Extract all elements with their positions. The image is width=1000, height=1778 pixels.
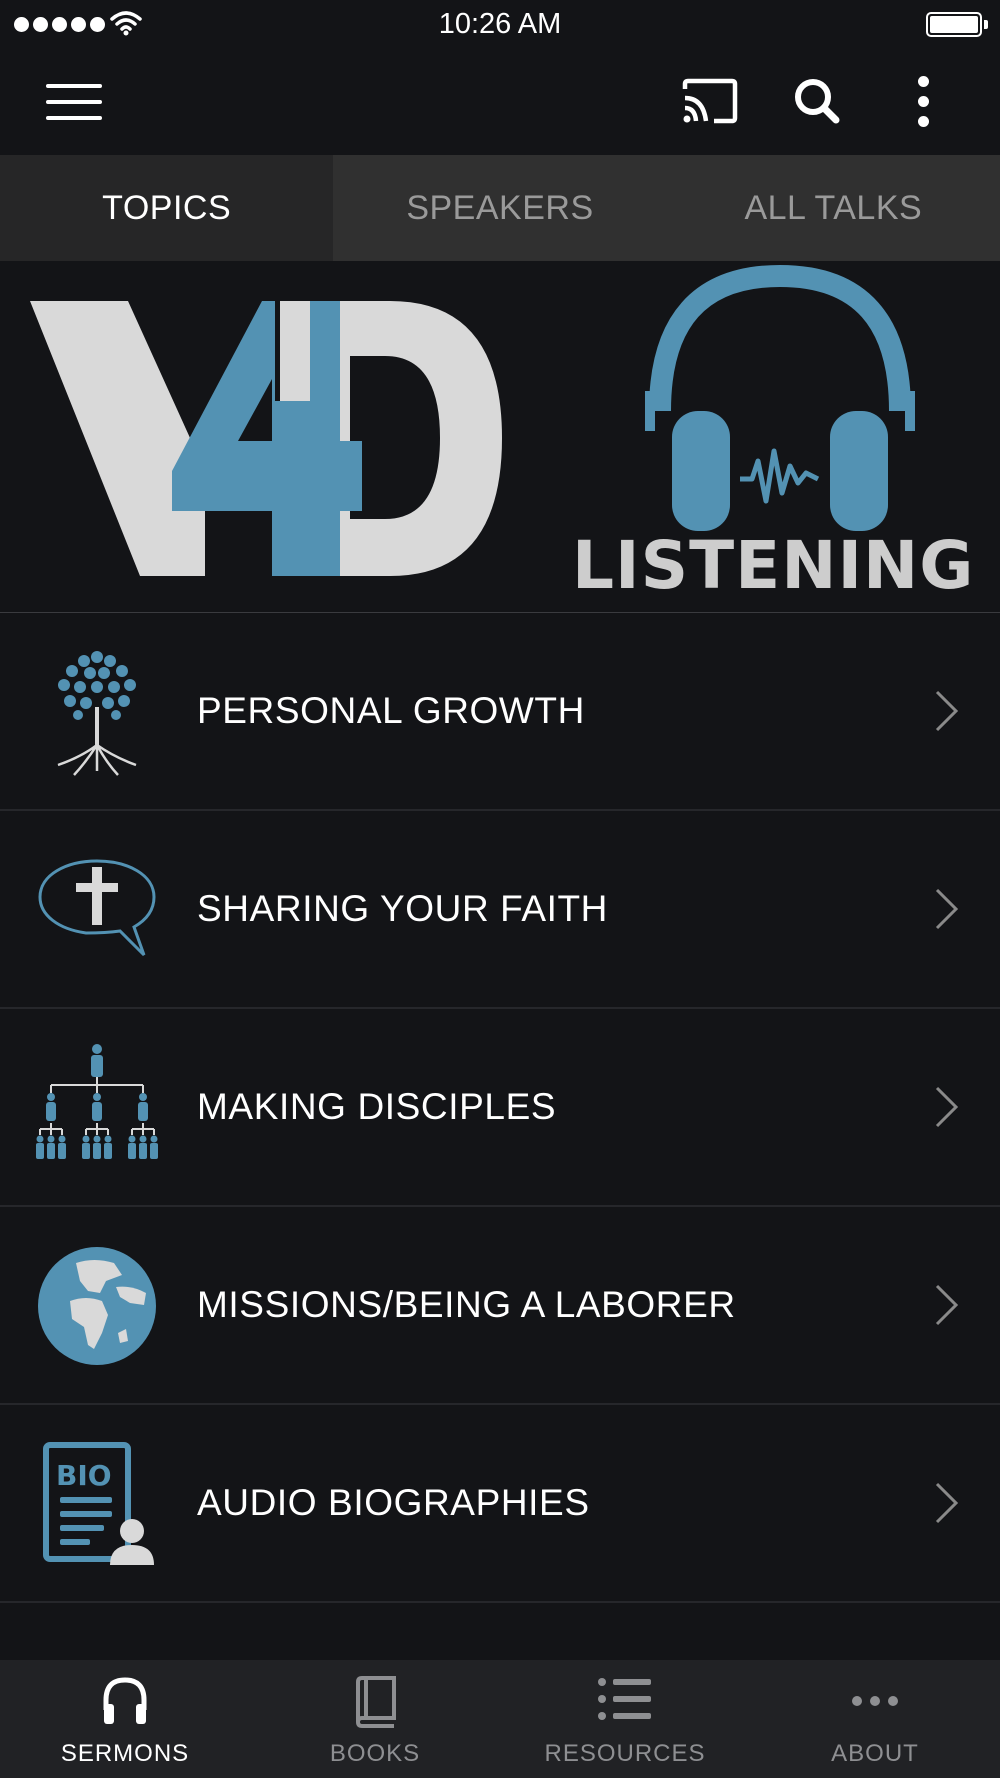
topic-making-disciples[interactable]: MAKING DISCIPLES [0,1009,1000,1207]
nav-books[interactable]: BOOKS [250,1660,500,1778]
topic-audio-biographies[interactable]: BIO AUDIO BIOGRAPHIES [0,1405,1000,1603]
chevron-right-icon [935,1284,959,1326]
speech-bubble-cross-icon [38,859,156,957]
book-icon [355,1676,396,1728]
chevron-right-icon [935,690,959,732]
nav-label: BOOKS [329,1740,421,1767]
status-time: 10:26 AM [438,8,562,40]
topic-personal-growth[interactable]: PERSONAL GROWTH [0,613,1000,811]
topic-label: MAKING DISCIPLES [197,1086,557,1127]
topic-label: AUDIO BIOGRAPHIES [197,1482,590,1523]
headphones-icon [103,1677,147,1724]
tab-all-talks[interactable]: ALL TALKS [667,155,1000,261]
chevron-right-icon [935,1482,959,1524]
nav-sermons[interactable]: SERMONS [0,1660,250,1778]
app-bar [0,50,1000,155]
tree-icon [57,651,137,776]
nav-about[interactable]: ABOUT [750,1660,1000,1778]
tab-topics[interactable]: TOPICS [0,155,334,261]
chevron-right-icon [935,888,959,930]
nav-label: SERMONS [60,1740,190,1767]
svg-text:BIO: BIO [56,1459,112,1492]
headphones-icon [645,264,915,531]
hamburger-menu-icon[interactable] [46,80,102,124]
search-icon[interactable] [792,76,842,126]
topic-sharing-your-faith[interactable]: SHARING YOUR FAITH [0,811,1000,1009]
status-bar: 10:26 AM [0,0,1000,50]
nav-label: ABOUT [831,1740,919,1767]
people-hierarchy-icon [36,1044,158,1159]
tab-speakers[interactable]: SPEAKERS [333,155,666,261]
more-vertical-icon[interactable] [910,74,938,130]
banner-subtitle: LISTENING [572,527,975,604]
battery-icon [926,12,982,37]
list-icon [598,1678,651,1720]
tab-bar: TOPICS SPEAKERS ALL TALKS [0,155,1000,261]
topic-missions[interactable]: MISSIONS/BEING A LABORER [0,1207,1000,1405]
globe-icon [38,1247,156,1365]
topic-label: SHARING YOUR FAITH [197,888,609,929]
bottom-nav: SERMONS BOOKS RESOURCES ABOUT [0,1660,1000,1778]
topic-list: PERSONAL GROWTH SHARING YOUR FAITH MAKIN… [0,613,1000,1603]
chevron-right-icon [935,1086,959,1128]
v4d-listening-banner: LISTENING [0,261,1000,613]
bio-document-icon: BIO [43,1442,154,1565]
cast-icon[interactable] [682,78,738,124]
topic-label: MISSIONS/BEING A LABORER [197,1284,736,1325]
nav-label: RESOURCES [544,1740,706,1767]
topic-label: PERSONAL GROWTH [197,690,585,731]
more-horizontal-icon [852,1696,898,1706]
nav-resources[interactable]: RESOURCES [500,1660,750,1778]
